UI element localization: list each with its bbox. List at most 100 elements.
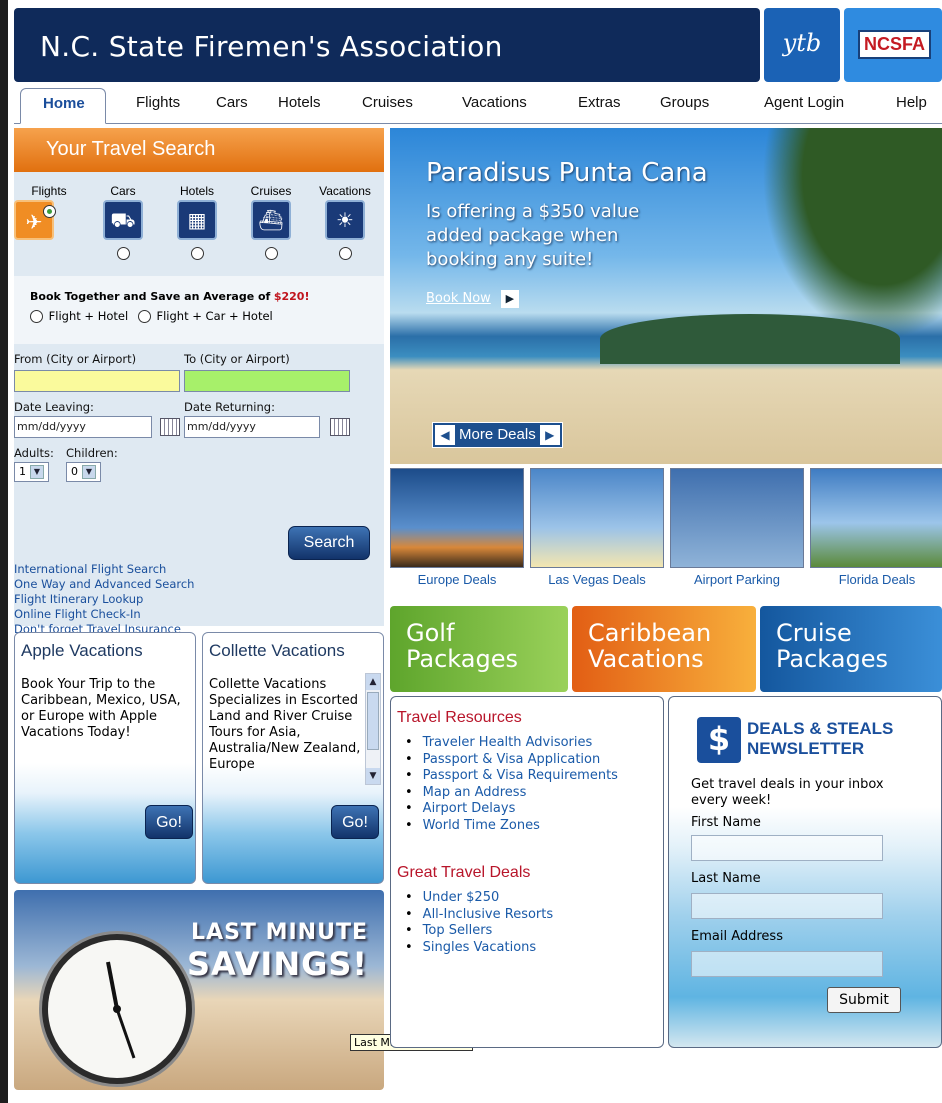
tab-agent-login[interactable]: Agent Login [764,94,844,111]
tab-cars[interactable]: Cars [216,94,248,111]
last-name-field[interactable] [691,893,883,919]
last-name-label: Last Name [691,871,761,886]
one-way-advanced-search-link[interactable]: One Way and Advanced Search [14,577,194,592]
flight-hotel-radio[interactable] [30,310,43,323]
cruise-packages[interactable]: Cruise Packages [760,606,942,692]
list-item[interactable]: Airport Delays [405,801,663,818]
bundle-option-flight-hotel: Flight + Hotel [48,309,129,323]
online-check-in-link[interactable]: Online Flight Check-In [14,607,194,622]
list-item[interactable]: Singles Vacations [405,940,663,957]
bundle-option-flight-car-hotel: Flight + Car + Hotel [156,309,273,323]
scroll-thumb[interactable] [367,692,379,750]
package-line1: Golf [406,619,455,647]
more-deals-label: More Deals [459,426,536,443]
deal-caption: Las Vegas Deals [548,572,646,587]
more-deals-button[interactable]: ◀ More Deals ▶ [432,422,563,448]
deal-caption: Florida Deals [838,572,916,587]
newsletter-title-line2: NEWSLETTER [747,739,865,758]
search-type-cruises[interactable]: Cruises ⛴ [236,184,306,260]
last-minute-line2: SAVINGS! [187,945,368,983]
car-icon[interactable]: ⛟ [103,200,143,240]
las-vegas-deals[interactable]: Las Vegas Deals [530,468,664,587]
hero-title: Paradisus Punta Cana [426,158,708,188]
hero-banner[interactable]: Paradisus Punta Cana Is offering a $350 … [390,128,942,464]
sun-icon[interactable]: ☀ [325,200,365,240]
adults-label: Adults: [14,446,54,460]
golf-packages[interactable]: Golf Packages [390,606,568,692]
first-name-field[interactable] [691,835,883,861]
chevron-left-icon[interactable]: ◀ [435,425,455,445]
tab-hotels[interactable]: Hotels [278,94,321,111]
date-returning-input[interactable]: mm/dd/yyyy [184,416,320,438]
newsletter-title: DEALS & STEALS NEWSLETTER [747,719,893,759]
list-item[interactable]: Passport & Visa Requirements [405,768,663,785]
hotels-radio[interactable] [190,247,204,260]
list-item[interactable]: All-Inclusive Resorts [405,907,663,924]
collette-go-button[interactable]: Go! [331,805,379,839]
newsletter-intro: Get travel deals in your inbox every wee… [691,777,884,808]
to-label: To (City or Airport) [184,352,290,366]
great-travel-deals-title: Great Travel Deals [397,864,531,881]
deal-caption: Europe Deals [417,572,497,587]
to-input[interactable] [184,370,350,392]
cars-radio[interactable] [116,247,130,260]
last-minute-savings-banner[interactable]: LAST MINUTE SAVINGS! [14,890,384,1090]
flights-radio[interactable] [42,205,56,218]
list-item[interactable]: Top Sellers [405,923,663,940]
ship-icon[interactable]: ⛴ [251,200,291,240]
bundle-savings: Book Together and Save an Average of $22… [14,276,384,344]
scroll-up-icon[interactable]: ▲ [366,674,380,690]
search-button[interactable]: Search [288,526,370,560]
children-select[interactable]: 0 ▼ [66,462,101,482]
newsletter-title-line1: DEALS & STEALS [747,719,894,738]
tab-extras[interactable]: Extras [578,94,621,111]
book-now-link[interactable]: Book Now ▶ [426,290,519,308]
collette-vacations-promo: Collette Vacations Collette Vacations Sp… [202,632,384,884]
ncsfa-logo[interactable]: NCSFA [844,8,942,82]
list-item[interactable]: Traveler Health Advisories [405,735,663,752]
search-type-label: Hotels [179,184,214,198]
vacations-radio[interactable] [338,247,352,260]
calendar-icon[interactable] [330,418,350,436]
hotel-icon[interactable]: ▦ [177,200,217,240]
florida-deals[interactable]: Florida Deals [810,468,942,587]
from-input[interactable] [14,370,180,392]
flight-itinerary-lookup-link[interactable]: Flight Itinerary Lookup [14,592,194,607]
tab-help[interactable]: Help [896,94,927,111]
calendar-icon[interactable] [160,418,180,436]
ytb-logo[interactable]: ytb [764,8,840,82]
date-leaving-input[interactable]: mm/dd/yyyy [14,416,152,438]
list-item[interactable]: Passport & Visa Application [405,752,663,769]
search-links: International Flight Search One Way and … [14,562,194,637]
adults-select[interactable]: 1 ▼ [14,462,49,482]
bundle-text: Book Together and Save an Average of [30,290,271,303]
hill-image [600,314,900,364]
tab-flights[interactable]: Flights [136,94,180,111]
caribbean-vacations[interactable]: Caribbean Vacations [572,606,756,692]
airport-parking[interactable]: Airport Parking [670,468,804,587]
search-type-vacations[interactable]: Vacations ☀ [310,184,380,260]
apple-go-button[interactable]: Go! [145,805,193,839]
clock-icon [42,934,192,1084]
search-type-hotels[interactable]: Hotels ▦ [162,184,232,260]
tab-groups[interactable]: Groups [660,94,709,111]
chevron-right-icon[interactable]: ▶ [539,425,560,445]
deal-caption: Airport Parking [694,572,780,587]
tab-cruises[interactable]: Cruises [362,94,413,111]
tab-home[interactable]: Home [20,88,106,124]
tab-vacations[interactable]: Vacations [462,94,527,111]
cruises-radio[interactable] [264,247,278,260]
email-field[interactable] [691,951,883,977]
scroll-down-icon[interactable]: ▼ [366,768,380,784]
search-type-flights[interactable]: Flights ✈ [14,184,84,240]
list-item[interactable]: Map an Address [405,785,663,802]
collette-scrollbar[interactable]: ▲ ▼ [365,673,381,785]
list-item[interactable]: World Time Zones [405,818,663,835]
flight-car-hotel-radio[interactable] [137,310,151,323]
international-flight-search-link[interactable]: International Flight Search [14,562,194,577]
search-type-cars[interactable]: Cars ⛟ [88,184,158,260]
submit-button[interactable]: Submit [827,987,901,1013]
list-item[interactable]: Under $250 [405,890,663,907]
hero-subtitle: Is offering a $350 value added package w… [426,201,640,270]
europe-deals[interactable]: Europe Deals [390,468,524,587]
